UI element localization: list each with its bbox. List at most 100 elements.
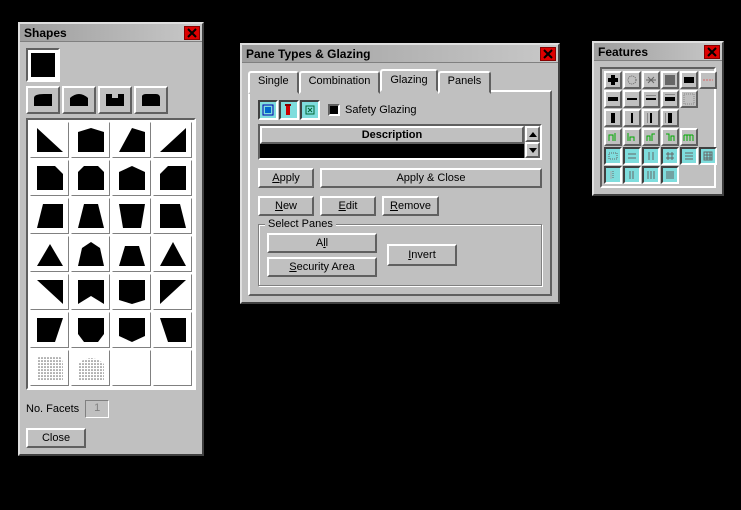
feature-icon[interactable]: [623, 71, 641, 89]
feature-icon[interactable]: [699, 71, 717, 89]
shape-item[interactable]: [112, 198, 151, 234]
tab-single[interactable]: Single: [248, 71, 299, 94]
shape-item[interactable]: [153, 198, 192, 234]
scroll-down-icon[interactable]: [525, 142, 540, 158]
edit-button[interactable]: Edit: [320, 196, 376, 216]
panes-titlebar[interactable]: Pane Types & Glazing: [242, 45, 558, 63]
feature-icon[interactable]: [623, 128, 641, 146]
feature-icon[interactable]: [680, 71, 698, 89]
feature-icon[interactable]: [642, 71, 660, 89]
features-title: Features: [598, 45, 648, 59]
feature-icon[interactable]: [604, 90, 622, 108]
feature-icon[interactable]: [680, 147, 698, 165]
feature-icon[interactable]: [680, 128, 698, 146]
shapes-titlebar[interactable]: Shapes: [20, 24, 202, 42]
shape-item[interactable]: [71, 160, 110, 196]
list-header-description[interactable]: Description: [260, 126, 524, 144]
shape-item[interactable]: [71, 350, 110, 386]
selected-shape-preview: [26, 48, 60, 82]
shape-item[interactable]: [153, 274, 192, 310]
glazing-panel: Safety Glazing Description Apply Apply &…: [248, 90, 552, 296]
new-button[interactable]: New: [258, 196, 314, 216]
features-grid: [600, 67, 716, 188]
features-titlebar[interactable]: Features: [594, 43, 722, 61]
feature-icon[interactable]: [623, 90, 641, 108]
safety-glazing-checkbox[interactable]: [328, 104, 340, 116]
close-icon[interactable]: [704, 45, 720, 59]
feature-icon[interactable]: [604, 71, 622, 89]
shape-item[interactable]: [30, 198, 69, 234]
shape-item[interactable]: [30, 350, 69, 386]
security-area-button[interactable]: Security Area: [267, 257, 377, 277]
shape-item[interactable]: [71, 274, 110, 310]
shape-item[interactable]: [71, 312, 110, 348]
shape-category-3[interactable]: [98, 86, 132, 114]
close-button[interactable]: Close: [26, 428, 86, 448]
shape-item[interactable]: [71, 122, 110, 158]
feature-icon[interactable]: [604, 166, 622, 184]
tab-panels[interactable]: Panels: [438, 71, 492, 94]
shape-item[interactable]: [112, 122, 151, 158]
shape-item[interactable]: [153, 312, 192, 348]
feature-icon[interactable]: [661, 71, 679, 89]
invert-button[interactable]: Invert: [387, 244, 457, 266]
feature-icon[interactable]: [623, 147, 641, 165]
feature-icon[interactable]: [661, 147, 679, 165]
all-button[interactable]: All: [267, 233, 377, 253]
shape-item[interactable]: [112, 160, 151, 196]
shape-item[interactable]: [153, 122, 192, 158]
feature-icon[interactable]: [661, 90, 679, 108]
list-body[interactable]: [260, 144, 524, 158]
feature-icon[interactable]: [642, 128, 660, 146]
feature-icon[interactable]: [604, 128, 622, 146]
description-list: Description: [258, 124, 542, 160]
feature-icon[interactable]: [642, 166, 660, 184]
shape-item[interactable]: [71, 198, 110, 234]
shape-item[interactable]: [153, 160, 192, 196]
shapes-window: Shapes: [18, 22, 204, 456]
shape-item[interactable]: [153, 236, 192, 272]
shape-item[interactable]: [112, 236, 151, 272]
close-icon[interactable]: [540, 47, 556, 61]
tab-glazing[interactable]: Glazing: [380, 69, 437, 92]
feature-icon[interactable]: [661, 166, 679, 184]
facets-label: No. Facets: [26, 403, 79, 415]
shape-item[interactable]: [153, 350, 192, 386]
glazing-tool-3-icon[interactable]: [300, 100, 320, 120]
facets-input[interactable]: 1: [85, 400, 109, 418]
glazing-tool-2-icon[interactable]: [279, 100, 299, 120]
feature-icon[interactable]: [642, 90, 660, 108]
close-icon[interactable]: [184, 26, 200, 40]
apply-close-button[interactable]: Apply & Close: [320, 168, 542, 188]
shape-category-1[interactable]: [26, 86, 60, 114]
tab-combination[interactable]: Combination: [299, 71, 381, 94]
shape-item[interactable]: [30, 274, 69, 310]
tabs: Single Combination Glazing Panels: [248, 69, 552, 92]
panes-title: Pane Types & Glazing: [246, 47, 370, 61]
shape-item[interactable]: [30, 236, 69, 272]
feature-icon[interactable]: [604, 147, 622, 165]
shape-item[interactable]: [112, 312, 151, 348]
feature-icon[interactable]: [623, 109, 641, 127]
shape-item[interactable]: [30, 160, 69, 196]
feature-icon[interactable]: [661, 109, 679, 127]
scroll-up-icon[interactable]: [525, 126, 540, 142]
feature-icon[interactable]: [642, 147, 660, 165]
shape-item[interactable]: [71, 236, 110, 272]
shape-item[interactable]: [112, 350, 151, 386]
feature-icon[interactable]: [623, 166, 641, 184]
feature-icon[interactable]: [604, 109, 622, 127]
feature-icon[interactable]: [661, 128, 679, 146]
shape-category-4[interactable]: [134, 86, 168, 114]
shape-item[interactable]: [112, 274, 151, 310]
remove-button[interactable]: Remove: [382, 196, 439, 216]
shape-item[interactable]: [30, 312, 69, 348]
glazing-tool-1-icon[interactable]: [258, 100, 278, 120]
scrollbar[interactable]: [524, 126, 540, 158]
feature-icon[interactable]: [699, 147, 717, 165]
apply-button[interactable]: Apply: [258, 168, 314, 188]
shape-category-2[interactable]: [62, 86, 96, 114]
feature-icon[interactable]: [680, 90, 698, 108]
feature-icon[interactable]: [642, 109, 660, 127]
shape-item[interactable]: [30, 122, 69, 158]
